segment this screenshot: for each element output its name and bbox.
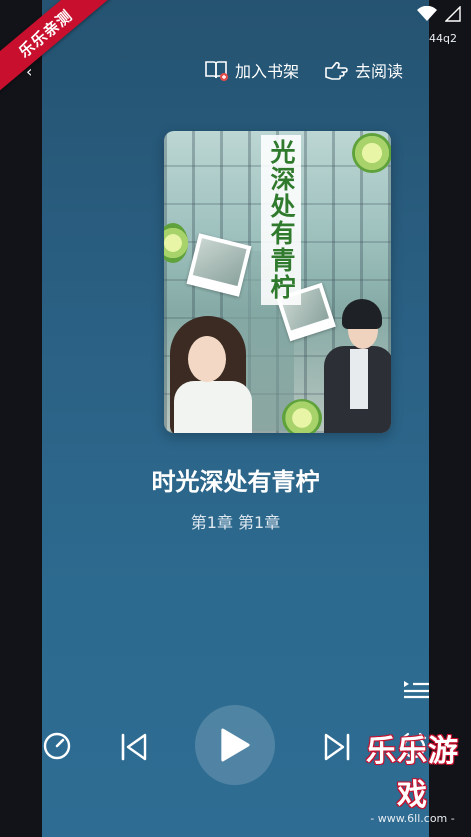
chapter-label: 第1章 第1章 [190,513,281,532]
book-title: 时光深处有青柠 [151,468,320,496]
speed-gauge-icon [43,732,71,760]
book-cover: 光深处有青柠 [164,131,391,433]
skip-previous-icon [121,733,147,761]
right-edge [429,0,471,837]
playlist-icon[interactable] [401,678,429,700]
corner-ribbon: 乐乐亲测 [0,0,140,120]
cover-boy-shirt [350,349,368,409]
header-actions: 加入书架 去阅读 [203,56,429,84]
add-to-shelf-label: 加入书架 [234,62,299,81]
next-chapter-button[interactable] [321,731,353,763]
cover-girl-face [188,336,226,382]
lime-slice [352,133,391,173]
watermark-brand: 乐乐游戏 [366,734,459,813]
play-icon [221,728,250,762]
previous-chapter-button[interactable] [118,731,150,763]
ribbon-label: 乐乐亲测 [0,0,120,100]
pointing-hand-icon [325,61,348,80]
skip-next-icon [324,733,350,761]
lime-slice [282,399,322,433]
watermark: 乐乐游戏 - www.6ll.com - [354,726,471,825]
cover-title: 光深处有青柠 [261,135,301,305]
go-read-label: 去阅读 [354,62,403,81]
left-edge [0,0,42,837]
watermark-url: - www.6ll.com - [370,812,455,825]
audio-player-screen: 加入书架 去阅读 光深处有青柠 时光深处有青柠 第1章 第1章 [42,0,429,837]
speed-button[interactable] [42,731,72,761]
cover-girl-body [174,381,252,433]
book-plus-icon [205,61,228,81]
go-read-button[interactable]: 去阅读 [323,58,403,82]
play-button[interactable] [195,705,275,785]
network-label: 44q2 [429,32,457,45]
wifi-icon [417,6,437,21]
add-to-shelf-button[interactable]: 加入书架 [203,58,299,82]
status-bar [417,6,461,22]
signal-icon [445,6,461,22]
